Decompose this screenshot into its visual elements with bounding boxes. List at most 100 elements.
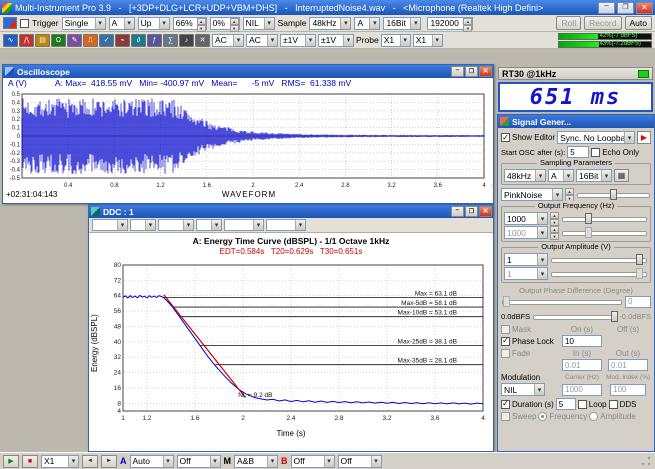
spin-down-icon[interactable] (197, 25, 206, 32)
trigger-level-spinner[interactable]: 66% (173, 17, 207, 30)
dbfs-slider[interactable] (532, 310, 617, 323)
channel-a-mode-select[interactable]: Auto (130, 455, 174, 468)
phase-difference-slider[interactable] (501, 295, 623, 308)
spin-down-icon[interactable] (463, 25, 472, 32)
fade-in-field[interactable]: 0.01 (562, 359, 602, 371)
scroll-left-button[interactable] (82, 455, 98, 468)
ddc-parameter-select-5[interactable] (224, 219, 264, 231)
waveform-spinner[interactable] (565, 188, 574, 201)
sample-rate-select[interactable]: 48kHz (309, 17, 351, 30)
coupling-a-select[interactable]: AC (212, 34, 244, 47)
speaker-icon[interactable]: ♪ (179, 34, 194, 47)
x-zoom-select[interactable]: X1 (41, 455, 79, 468)
roll-button[interactable]: Roll (556, 16, 581, 30)
output-play-button[interactable] (637, 131, 651, 144)
sweep-checkbox[interactable] (501, 412, 510, 421)
phase-lock-field[interactable]: 10 (562, 335, 602, 347)
math-mode-select[interactable]: A&B (234, 455, 278, 468)
sweep-amplitude-radio[interactable] (589, 412, 598, 421)
gen-rate-select[interactable]: 48kHz (504, 169, 546, 182)
phase-difference-field[interactable]: 0 (625, 296, 651, 308)
frequency-a-spinner[interactable] (550, 212, 559, 225)
record-button[interactable]: Record (584, 16, 621, 30)
ddc-parameter-select-4[interactable] (196, 219, 222, 231)
close-button[interactable] (479, 66, 492, 77)
minimize-button[interactable] (451, 206, 464, 217)
trigger-delay-spinner[interactable]: 0% (210, 17, 240, 30)
run-button[interactable] (3, 455, 19, 468)
amplitude-b-slider[interactable] (550, 267, 648, 280)
channel-b-mode-select[interactable]: Off (291, 455, 335, 468)
channel-a-extra-select[interactable]: Off (177, 455, 221, 468)
spin-down-icon[interactable] (550, 233, 559, 240)
signal-generator-icon[interactable]: ⎍ (83, 34, 98, 47)
close-button[interactable] (636, 2, 653, 14)
maximize-button[interactable] (617, 2, 634, 14)
multimeter-icon[interactable]: Ω (51, 34, 66, 47)
device-test-plan-icon[interactable]: ✓ (99, 34, 114, 47)
close-button[interactable] (479, 206, 492, 217)
mod-index-field[interactable]: 100 (610, 384, 646, 396)
waveform-select[interactable]: PinkNoise (501, 188, 563, 201)
scroll-right-button[interactable] (101, 455, 117, 468)
mute-icon[interactable]: ✕ (195, 34, 210, 47)
duration-checkbox[interactable] (501, 400, 510, 409)
waveform-plot[interactable]: 0.50.40.30.20.10-0.1-0.2-0.3-0.4-0.50.40… (6, 89, 492, 189)
frequency-a-select[interactable]: 1000 (504, 212, 548, 225)
data-logger-icon[interactable]: ✎ (67, 34, 82, 47)
trigger-mode-select[interactable]: Single (62, 17, 106, 30)
stop-button[interactable] (22, 455, 38, 468)
sweep-frequency-radio[interactable] (538, 412, 547, 421)
point-count-spinner[interactable]: 192000 (427, 17, 473, 30)
trigger-edge-select[interactable]: Up (138, 17, 170, 30)
frequency-b-select[interactable]: 1000 (504, 226, 548, 239)
carrier-field[interactable]: 1000 (562, 384, 602, 396)
ddc-parameter-select-2[interactable] (130, 219, 156, 231)
restore-button[interactable] (465, 66, 478, 77)
amplitude-a-select[interactable]: 1 (504, 253, 548, 266)
phase-lock-checkbox[interactable] (501, 337, 510, 346)
probe-a-select[interactable]: X1 (381, 34, 411, 47)
spectrum-3d-plot-icon[interactable]: ▤ (35, 34, 50, 47)
channel-b-extra-select[interactable]: Off (338, 455, 382, 468)
amplitude-b-select[interactable]: 1 (504, 267, 548, 280)
waveform-slider[interactable] (576, 188, 651, 201)
sample-channel-select[interactable]: A (354, 17, 380, 30)
minimize-button[interactable] (451, 66, 464, 77)
echo-only-checkbox[interactable] (591, 148, 600, 157)
sample-bits-select[interactable]: 16Bit (383, 17, 421, 30)
spin-up-icon[interactable] (550, 212, 559, 219)
ddc-parameter-select-3[interactable] (158, 219, 194, 231)
mask-checkbox[interactable] (501, 325, 510, 334)
start-osc-field[interactable]: 5 (567, 146, 589, 158)
frequency-b-slider[interactable] (561, 226, 648, 239)
signal-generator-title-bar[interactable]: Signal Gener... (498, 115, 654, 128)
trigger-checkbox[interactable] (20, 19, 29, 28)
derived-data-curve-icon[interactable]: ∂ (131, 34, 146, 47)
ddc-title-bar[interactable]: DDC : 1 (89, 205, 493, 218)
ddc-parameter-select-1[interactable] (92, 219, 128, 231)
dds-checkbox[interactable] (609, 400, 618, 409)
spin-up-icon[interactable] (197, 18, 206, 25)
trigger-source-select[interactable]: A (109, 17, 135, 30)
spin-up-icon[interactable] (463, 18, 472, 25)
gen-bits-select[interactable]: 16Bit (576, 169, 612, 182)
spin-down-icon[interactable] (550, 219, 559, 226)
rt30-panel-header[interactable]: RT30 @1kHz (498, 67, 653, 80)
coupling-b-select[interactable]: AC (246, 34, 278, 47)
oscilloscope-icon[interactable]: ∿ (3, 34, 18, 47)
ddc-parameter-select-6[interactable] (266, 219, 306, 231)
minimize-button[interactable] (598, 2, 615, 14)
spectrum-analyzer-icon[interactable]: ⋀ (19, 34, 34, 47)
modulation-type-select[interactable]: NIL (501, 383, 545, 396)
auto-button[interactable]: Auto (625, 16, 653, 30)
spin-up-icon[interactable] (565, 188, 574, 195)
derived-data-point-icon[interactable]: ƒ (147, 34, 162, 47)
frequency-b-spinner[interactable] (550, 226, 559, 239)
spin-up-icon[interactable] (550, 226, 559, 233)
fade-out-field[interactable]: 0.01 (608, 359, 648, 371)
spin-down-icon[interactable] (230, 25, 239, 32)
spin-up-icon[interactable] (230, 18, 239, 25)
resize-grip[interactable] (640, 455, 652, 467)
etc-plot[interactable]: 8072645648403224168411.21.622.42.83.23.6… (101, 259, 491, 427)
